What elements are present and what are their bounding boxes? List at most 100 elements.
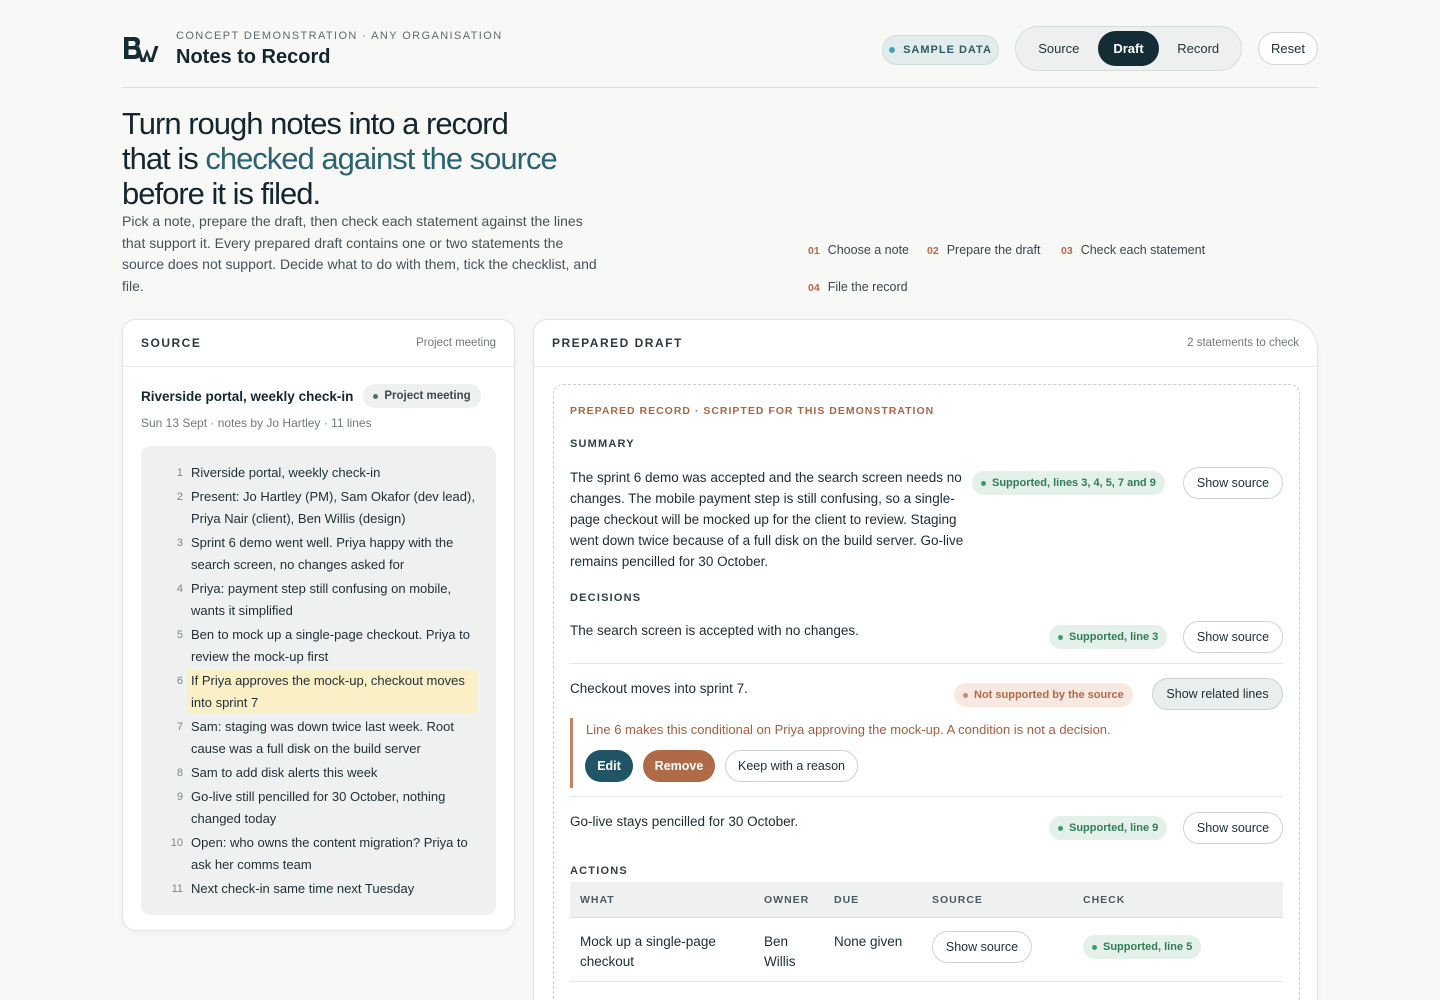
col-owner: OWNER xyxy=(764,894,810,906)
summary-text: The sprint 6 demo was accepted and the s… xyxy=(570,470,964,569)
app-title: Notes to Record xyxy=(176,46,331,68)
step-3: 03 Check each statement xyxy=(1061,243,1206,257)
actions-label: ACTIONS xyxy=(570,865,628,877)
draft-panel: PREPARED DRAFT 2 statements to check PRE… xyxy=(533,319,1318,1000)
col-what: WHAT xyxy=(580,894,615,906)
check-dot-icon xyxy=(1092,944,1097,950)
tab-draft[interactable]: Draft xyxy=(1097,31,1160,66)
brand-kicker: CONCEPT DEMONSTRATION · ANY ORGANISATION xyxy=(176,30,503,42)
line-number: 11 xyxy=(171,883,183,895)
col-source: SOURCE xyxy=(932,894,983,906)
summary-support-badge: Supported, lines 3, 4, 5, 7 and 9 xyxy=(972,471,1165,495)
summary-label: SUMMARY xyxy=(570,438,635,450)
divider xyxy=(570,796,1283,797)
tab-source[interactable]: Source xyxy=(1020,31,1098,66)
check-dot-icon xyxy=(981,480,986,486)
action-what: Mock up a single-page checkout xyxy=(580,934,716,969)
source-line[interactable]: 4 Priya: payment step still confusing on … xyxy=(161,578,486,622)
decision-2-badge: Not supported by the source xyxy=(954,683,1133,707)
source-panel-header: SOURCE Project meeting xyxy=(123,320,514,367)
source-panel: SOURCE Project meeting Riverside portal,… xyxy=(122,319,515,931)
source-panel-meta: Project meeting xyxy=(416,337,496,349)
summary-show-source-button[interactable]: Show source xyxy=(1183,467,1283,499)
edit-button[interactable]: Edit xyxy=(585,750,633,782)
line-number: 6 xyxy=(176,675,183,687)
source-line[interactable]: 11 Next check-in same time next Tuesday xyxy=(161,878,486,900)
line-number: 4 xyxy=(176,583,183,595)
source-line[interactable]: 6 If Priya approves the mock-up, checkout… xyxy=(161,670,486,714)
source-line[interactable]: 2 Present: Jo Hartley (PM), Sam Okafor (d… xyxy=(161,486,486,530)
line-number: 8 xyxy=(176,767,183,779)
decision-2-text: Checkout moves into sprint 7. xyxy=(570,681,748,696)
keep-with-reason-button[interactable]: Keep with a reason xyxy=(725,750,858,782)
line-number: 5 xyxy=(176,629,183,641)
table-row: Mock up a single-page checkout Ben Willi… xyxy=(570,918,1283,982)
decision-1-text: The search screen is accepted with no ch… xyxy=(570,623,859,638)
status-dot-icon xyxy=(889,47,896,53)
line-text: Sam: staging was down twice last week. R… xyxy=(191,719,455,756)
line-number: 7 xyxy=(176,721,183,733)
sample-data-badge: SAMPLE DATA xyxy=(882,35,999,65)
hero-title-part-b: before it is filed. xyxy=(122,176,321,211)
sample-data-label: SAMPLE DATA xyxy=(903,44,992,56)
view-switcher: Source Draft Record xyxy=(1015,26,1242,71)
note-title-row: Riverside portal, weekly check-in Projec… xyxy=(141,384,481,408)
source-line[interactable]: 3 Sprint 6 demo went well. Priya happy wi… xyxy=(161,532,486,576)
line-text: Next check-in same time next Tuesday xyxy=(191,881,415,896)
decision-3-badge: Supported, line 9 xyxy=(1049,816,1168,840)
show-related-lines-button[interactable]: Show related lines xyxy=(1152,678,1283,710)
action-show-source-button[interactable]: Show source xyxy=(932,931,1032,963)
col-check: CHECK xyxy=(1083,894,1126,906)
line-text: Open: who owns the content migration? Pr… xyxy=(191,835,468,872)
check-dot-icon xyxy=(1058,634,1063,640)
reset-button[interactable]: Reset xyxy=(1258,32,1318,65)
hero-title: Turn rough notes into a record that is c… xyxy=(122,106,562,211)
tab-record[interactable]: Record xyxy=(1159,31,1237,66)
source-lines: 1 Riverside portal, weekly check-in 2 Prese… xyxy=(141,446,496,915)
line-text: Go-live still pencilled for 30 October, … xyxy=(191,789,446,826)
source-line[interactable]: 7 Sam: staging was down twice last week. … xyxy=(161,716,486,760)
source-line[interactable]: 8 Sam to add disk alerts this week xyxy=(161,762,486,784)
line-text: Sam to add disk alerts this week xyxy=(191,765,378,780)
line-number: 2 xyxy=(176,491,183,503)
line-number: 9 xyxy=(176,791,183,803)
divider xyxy=(570,663,1283,664)
draft-panel-title: PREPARED DRAFT xyxy=(552,336,683,350)
col-due: DUE xyxy=(834,894,860,906)
line-text: Ben to mock up a single-page checkout. P… xyxy=(191,627,470,664)
source-line[interactable]: 9 Go-live still pencilled for 30 October,… xyxy=(161,786,486,830)
decision-1-badge: Supported, line 3 xyxy=(1049,625,1168,649)
line-text: Riverside portal, weekly check-in xyxy=(191,465,381,480)
line-text: Sprint 6 demo went well. Priya happy wit… xyxy=(191,535,454,572)
hero-description: Pick a note, prepare the draft, then che… xyxy=(122,213,597,294)
bullet-icon xyxy=(373,393,379,399)
hero-title-accent: checked against the source xyxy=(205,141,557,176)
app-header: CONCEPT DEMONSTRATION · ANY ORGANISATION… xyxy=(122,24,1318,88)
decisions-label: DECISIONS xyxy=(570,592,642,604)
line-number: 10 xyxy=(170,837,183,849)
decision-3-show-source-button[interactable]: Show source xyxy=(1183,812,1283,844)
action-due: None given xyxy=(834,934,903,949)
decision-1-show-source-button[interactable]: Show source xyxy=(1183,621,1283,653)
warning-text: Line 6 makes this conditional on Priya a… xyxy=(586,722,1111,737)
actions-table-header: WHAT OWNER DUE SOURCE CHECK xyxy=(570,882,1283,918)
action-owner: Ben Willis xyxy=(764,934,796,969)
source-line[interactable]: 10 Open: who owns the content migration? … xyxy=(161,832,486,876)
prepared-record-kicker: PREPARED RECORD · SCRIPTED FOR THIS DEMO… xyxy=(570,405,935,417)
remove-button[interactable]: Remove xyxy=(643,750,715,782)
bw-logo-icon xyxy=(124,37,159,62)
step-1: 01 Choose a note xyxy=(808,243,909,257)
check-dot-icon xyxy=(1058,825,1063,831)
draft-panel-meta: 2 statements to check xyxy=(1187,337,1299,349)
step-4: 04 File the record xyxy=(808,280,908,294)
line-text: Priya: payment step still confusing on m… xyxy=(191,581,452,618)
decision-3-text: Go-live stays pencilled for 30 October. xyxy=(570,814,799,829)
note-type-badge: Project meeting xyxy=(363,384,481,408)
unsupported-warning: Line 6 makes this conditional on Priya a… xyxy=(570,718,1283,788)
source-line[interactable]: 1 Riverside portal, weekly check-in xyxy=(161,462,486,484)
source-panel-title: SOURCE xyxy=(141,336,202,350)
action-check-badge: Supported, line 5 xyxy=(1083,935,1202,959)
source-line[interactable]: 5 Ben to mock up a single-page checkout. … xyxy=(161,624,486,668)
line-number: 3 xyxy=(176,537,183,549)
line-number: 1 xyxy=(176,467,183,479)
